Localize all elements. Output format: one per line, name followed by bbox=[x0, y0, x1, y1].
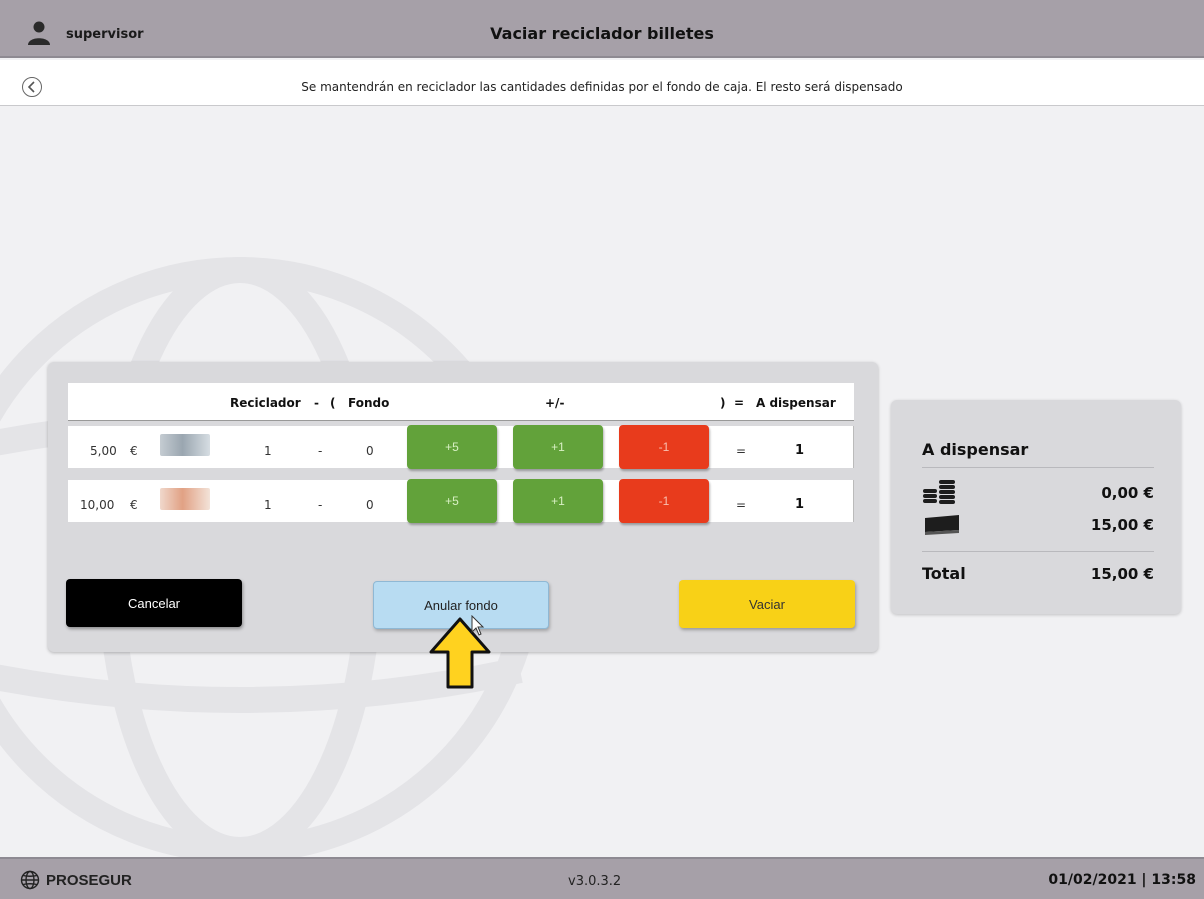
currency-symbol: € bbox=[130, 444, 138, 458]
summary-title: A dispensar bbox=[922, 440, 1029, 459]
page-title: Vaciar reciclador billetes bbox=[490, 24, 714, 43]
divider bbox=[922, 551, 1154, 552]
a-dispensar-count: 1 bbox=[795, 497, 805, 512]
brand-logo: PROSEGUR bbox=[46, 872, 132, 889]
globe-logo-icon bbox=[20, 870, 40, 890]
reciclador-count: 1 bbox=[264, 444, 272, 458]
row-equals: = bbox=[736, 498, 747, 512]
row-minus: - bbox=[318, 444, 323, 458]
fondo-count: 0 bbox=[366, 498, 374, 512]
mouse-cursor-icon bbox=[471, 615, 485, 636]
minus1-button[interactable]: -1 bbox=[619, 479, 709, 523]
header-fondo: Fondo bbox=[348, 396, 390, 410]
coins-amount: 0,00 € bbox=[1101, 484, 1154, 502]
fondo-count: 0 bbox=[366, 444, 374, 458]
plus5-button[interactable]: +5 bbox=[407, 479, 497, 523]
total-amount: 15,00 € bbox=[1090, 565, 1154, 583]
plus1-button[interactable]: +1 bbox=[513, 425, 603, 469]
datetime-label: 01/02/2021 | 13:58 bbox=[1048, 872, 1196, 888]
banknotes-icon bbox=[925, 515, 959, 535]
currency-symbol: € bbox=[130, 498, 138, 512]
plus5-button[interactable]: +5 bbox=[407, 425, 497, 469]
plus1-button[interactable]: +1 bbox=[513, 479, 603, 523]
vaciar-button[interactable]: Vaciar bbox=[679, 580, 855, 628]
denomination-value: 10,00 bbox=[80, 498, 115, 512]
info-message: Se mantendrán en reciclador las cantidad… bbox=[301, 80, 903, 94]
header-close-paren: ) bbox=[720, 396, 726, 410]
header-reciclador: Reciclador bbox=[230, 396, 301, 410]
header-equals: = bbox=[734, 396, 745, 410]
row-equals: = bbox=[736, 444, 747, 458]
bills-amount: 15,00 € bbox=[1090, 516, 1154, 534]
header-minus: - bbox=[314, 396, 319, 410]
a-dispensar-count: 1 bbox=[795, 443, 805, 458]
coins-icon bbox=[923, 480, 955, 504]
header-a-dispensar: A dispensar bbox=[756, 396, 836, 410]
banknote-5-icon bbox=[160, 434, 210, 456]
cancel-button[interactable]: Cancelar bbox=[66, 579, 242, 627]
denomination-value: 5,00 bbox=[90, 444, 117, 458]
header-open-paren: ( bbox=[330, 396, 336, 410]
total-label: Total bbox=[922, 564, 966, 583]
row-minus: - bbox=[318, 498, 323, 512]
header-plus-minus: +/- bbox=[545, 396, 565, 410]
reciclador-count: 1 bbox=[264, 498, 272, 512]
minus1-button[interactable]: -1 bbox=[619, 425, 709, 469]
version-label: v3.0.3.2 bbox=[568, 874, 622, 889]
divider bbox=[922, 467, 1154, 468]
banknote-10-icon bbox=[160, 488, 210, 510]
